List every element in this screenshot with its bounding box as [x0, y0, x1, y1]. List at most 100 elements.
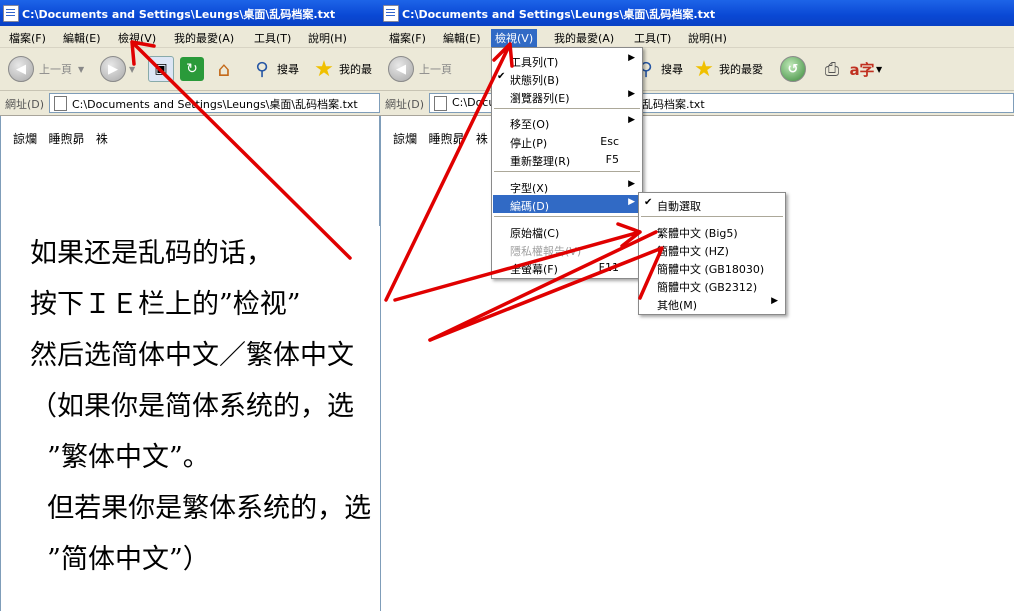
stop-page-icon: ▣ — [148, 56, 174, 82]
address-value-tail: 乱码档案.txt — [642, 98, 705, 111]
menu-item-full-screen[interactable]: 全螢幕(F) F11 — [493, 258, 641, 276]
menu-tools[interactable]: 工具(T) — [630, 29, 675, 47]
back-arrow-icon: ◀ — [388, 56, 414, 82]
menu-item-explorer-bar[interactable]: 瀏覽器列(E) ▶ — [493, 87, 641, 105]
encoding-gb18030[interactable]: 簡體中文 (GB18030) — [640, 258, 784, 276]
menu-edit[interactable]: 編輯(E) — [59, 29, 105, 47]
instruction-line: 然后选简体中文／繁体中文 — [30, 340, 354, 371]
encoding-big5[interactable]: 繁體中文 (Big5) — [640, 222, 784, 240]
menu-item-refresh[interactable]: 重新整理(R) F5 — [493, 150, 641, 168]
title-bar[interactable]: C:\Documents and Settings\Leungs\桌面\乱码档案… — [0, 0, 380, 26]
encoding-submenu: ✔ 自動選取 繁體中文 (Big5) 簡體中文 (HZ) 簡體中文 (GB180… — [638, 192, 786, 315]
encoding-other[interactable]: 其他(M) ▶ — [640, 294, 784, 312]
submenu-arrow-icon: ▶ — [771, 296, 778, 306]
back-label: 上一頁 — [419, 63, 452, 76]
menu-separator — [494, 216, 640, 217]
favorites-label: 我的最 — [339, 63, 372, 76]
back-arrow-icon: ◀ — [8, 56, 34, 82]
home-icon: ⌂ — [217, 57, 231, 81]
garbled-text: 諒爛 睡煦昴 袾 — [13, 132, 108, 146]
submenu-arrow-icon: ▶ — [628, 197, 635, 207]
address-value: C:\Documents and Settings\Leungs\桌面\乱码档案… — [72, 98, 358, 111]
language-button[interactable]: a字 ▼ — [849, 54, 883, 84]
toolbar: ◀ 上一頁 ⚲ 搜尋 ★ 我的最愛 ↺ ⎙ a字 ▼ — [380, 48, 1014, 91]
instruction-line: ”繁体中文”。 — [30, 442, 210, 473]
menu-separator — [494, 171, 640, 172]
printer-icon: ⎙ — [824, 58, 840, 80]
instruction-line: 但若果你是繁体系统的，选 — [30, 493, 372, 524]
garbled-text: 諒爛 睡煦昴 袾 — [393, 132, 488, 146]
menu-item-stop[interactable]: 停止(P) Esc — [493, 132, 641, 150]
menu-file[interactable]: 檔案(F) — [5, 29, 50, 47]
instruction-line: （如果你是简体系统的，选 — [30, 391, 354, 422]
submenu-arrow-icon: ▶ — [628, 179, 635, 189]
menu-file[interactable]: 檔案(F) — [385, 29, 430, 47]
submenu-arrow-icon: ▶ — [628, 115, 635, 125]
address-value: C:\Docu — [452, 96, 496, 109]
refresh-button[interactable]: ↻ — [180, 54, 204, 84]
forward-arrow-icon: ▶ — [100, 56, 126, 82]
back-button[interactable]: ◀ 上一頁 ▼ — [8, 54, 84, 84]
menu-help[interactable]: 說明(H) — [684, 29, 731, 47]
menu-separator — [641, 216, 783, 217]
encoding-hz[interactable]: 簡體中文 (HZ) — [640, 240, 784, 258]
print-button[interactable]: ⎙ — [820, 54, 844, 84]
title-bar[interactable]: C:\Documents and Settings\Leungs\桌面\乱码档案… — [380, 0, 1014, 26]
chevron-down-icon: ▼ — [129, 64, 136, 74]
encoding-gb2312[interactable]: 簡體中文 (GB2312) — [640, 276, 784, 294]
menu-bar: 檔案(F) 編輯(E) 檢視(V) 我的最愛(A) 工具(T) 說明(H) — [380, 26, 1014, 48]
instruction-text: 如果还是乱码的话， 按下ＩＥ栏上的”检视” 然后选简体中文／繁体中文 （如果你是… — [30, 228, 490, 585]
menu-item-privacy-report: 隱私權報告(V) — [510, 245, 582, 258]
forward-button[interactable]: ▶ ▼ — [100, 54, 135, 84]
menu-view[interactable]: 檢視(V) — [114, 29, 160, 47]
history-button[interactable]: ↺ — [780, 54, 806, 84]
address-bar: 網址(D) C:\Documents and Settings\Leungs\桌… — [0, 91, 380, 116]
address-input[interactable]: C:\Documents and Settings\Leungs\桌面\乱码档案… — [49, 93, 380, 113]
history-icon: ↺ — [780, 56, 806, 82]
document-icon — [3, 5, 19, 22]
menu-favorites[interactable]: 我的最愛(A) — [170, 29, 238, 47]
window-divider — [379, 116, 381, 226]
menu-favorites[interactable]: 我的最愛(A) — [550, 29, 618, 47]
submenu-arrow-icon: ▶ — [628, 89, 635, 99]
menu-item-encoding[interactable]: 編碼(D) ▶ — [493, 195, 641, 213]
stop-button[interactable]: ▣ — [148, 54, 174, 84]
menu-tools[interactable]: 工具(T) — [250, 29, 295, 47]
favorites-button[interactable]: ★ 我的最愛 — [692, 54, 763, 84]
favorites-label: 我的最愛 — [719, 63, 763, 76]
home-button[interactable]: ⌂ — [212, 54, 236, 84]
address-label: 網址(D) — [5, 98, 45, 111]
window-title: C:\Documents and Settings\Leungs\桌面\乱码档案… — [402, 8, 716, 21]
submenu-arrow-icon: ▶ — [628, 53, 635, 63]
menu-edit[interactable]: 編輯(E) — [439, 29, 485, 47]
window-title: C:\Documents and Settings\Leungs\桌面\乱码档案… — [22, 8, 336, 21]
menu-view[interactable]: 檢視(V) — [491, 29, 538, 47]
back-button[interactable]: ◀ 上一頁 — [388, 54, 452, 84]
menu-separator — [494, 108, 640, 109]
chevron-down-icon: ▼ — [876, 64, 883, 74]
star-icon: ★ — [314, 56, 334, 82]
menu-item-toolbars[interactable]: 工具列(T) ▶ — [493, 51, 641, 69]
encoding-auto-select[interactable]: ✔ 自動選取 — [640, 195, 784, 213]
address-bar: 網址(D) C:\Docu 乱码档案.txt — [380, 91, 1014, 116]
menu-help[interactable]: 說明(H) — [304, 29, 351, 47]
checkmark-icon: ✔ — [644, 197, 653, 208]
refresh-icon: ↻ — [180, 57, 204, 81]
search-label: 搜尋 — [661, 63, 683, 76]
address-label: 網址(D) — [385, 98, 425, 111]
menu-item-source[interactable]: 原始檔(C) — [493, 222, 641, 240]
toolbar: ◀ 上一頁 ▼ ▶ ▼ ▣ ↻ ⌂ ⚲ 搜尋 ★ 我的最 — [0, 48, 380, 91]
menu-item-status-bar[interactable]: ✔ 狀態列(B) — [493, 69, 641, 87]
favorites-button[interactable]: ★ 我的最 — [312, 54, 372, 84]
instruction-line: 如果还是乱码的话， — [30, 238, 273, 269]
search-label: 搜尋 — [277, 63, 299, 76]
checkmark-icon: ✔ — [497, 71, 506, 82]
instruction-line: ”简体中文”） — [30, 544, 210, 575]
chevron-down-icon: ▼ — [78, 64, 85, 74]
menu-bar: 檔案(F) 編輯(E) 檢視(V) 我的最愛(A) 工具(T) 說明(H) — [0, 26, 380, 48]
search-button[interactable]: ⚲ 搜尋 — [250, 54, 299, 84]
instruction-line: 按下ＩＥ栏上的”检视” — [30, 289, 301, 320]
menu-item-go-to[interactable]: 移至(O) ▶ — [493, 113, 641, 131]
menu-item-font[interactable]: 字型(X) ▶ — [493, 177, 641, 195]
back-label: 上一頁 — [39, 63, 72, 76]
